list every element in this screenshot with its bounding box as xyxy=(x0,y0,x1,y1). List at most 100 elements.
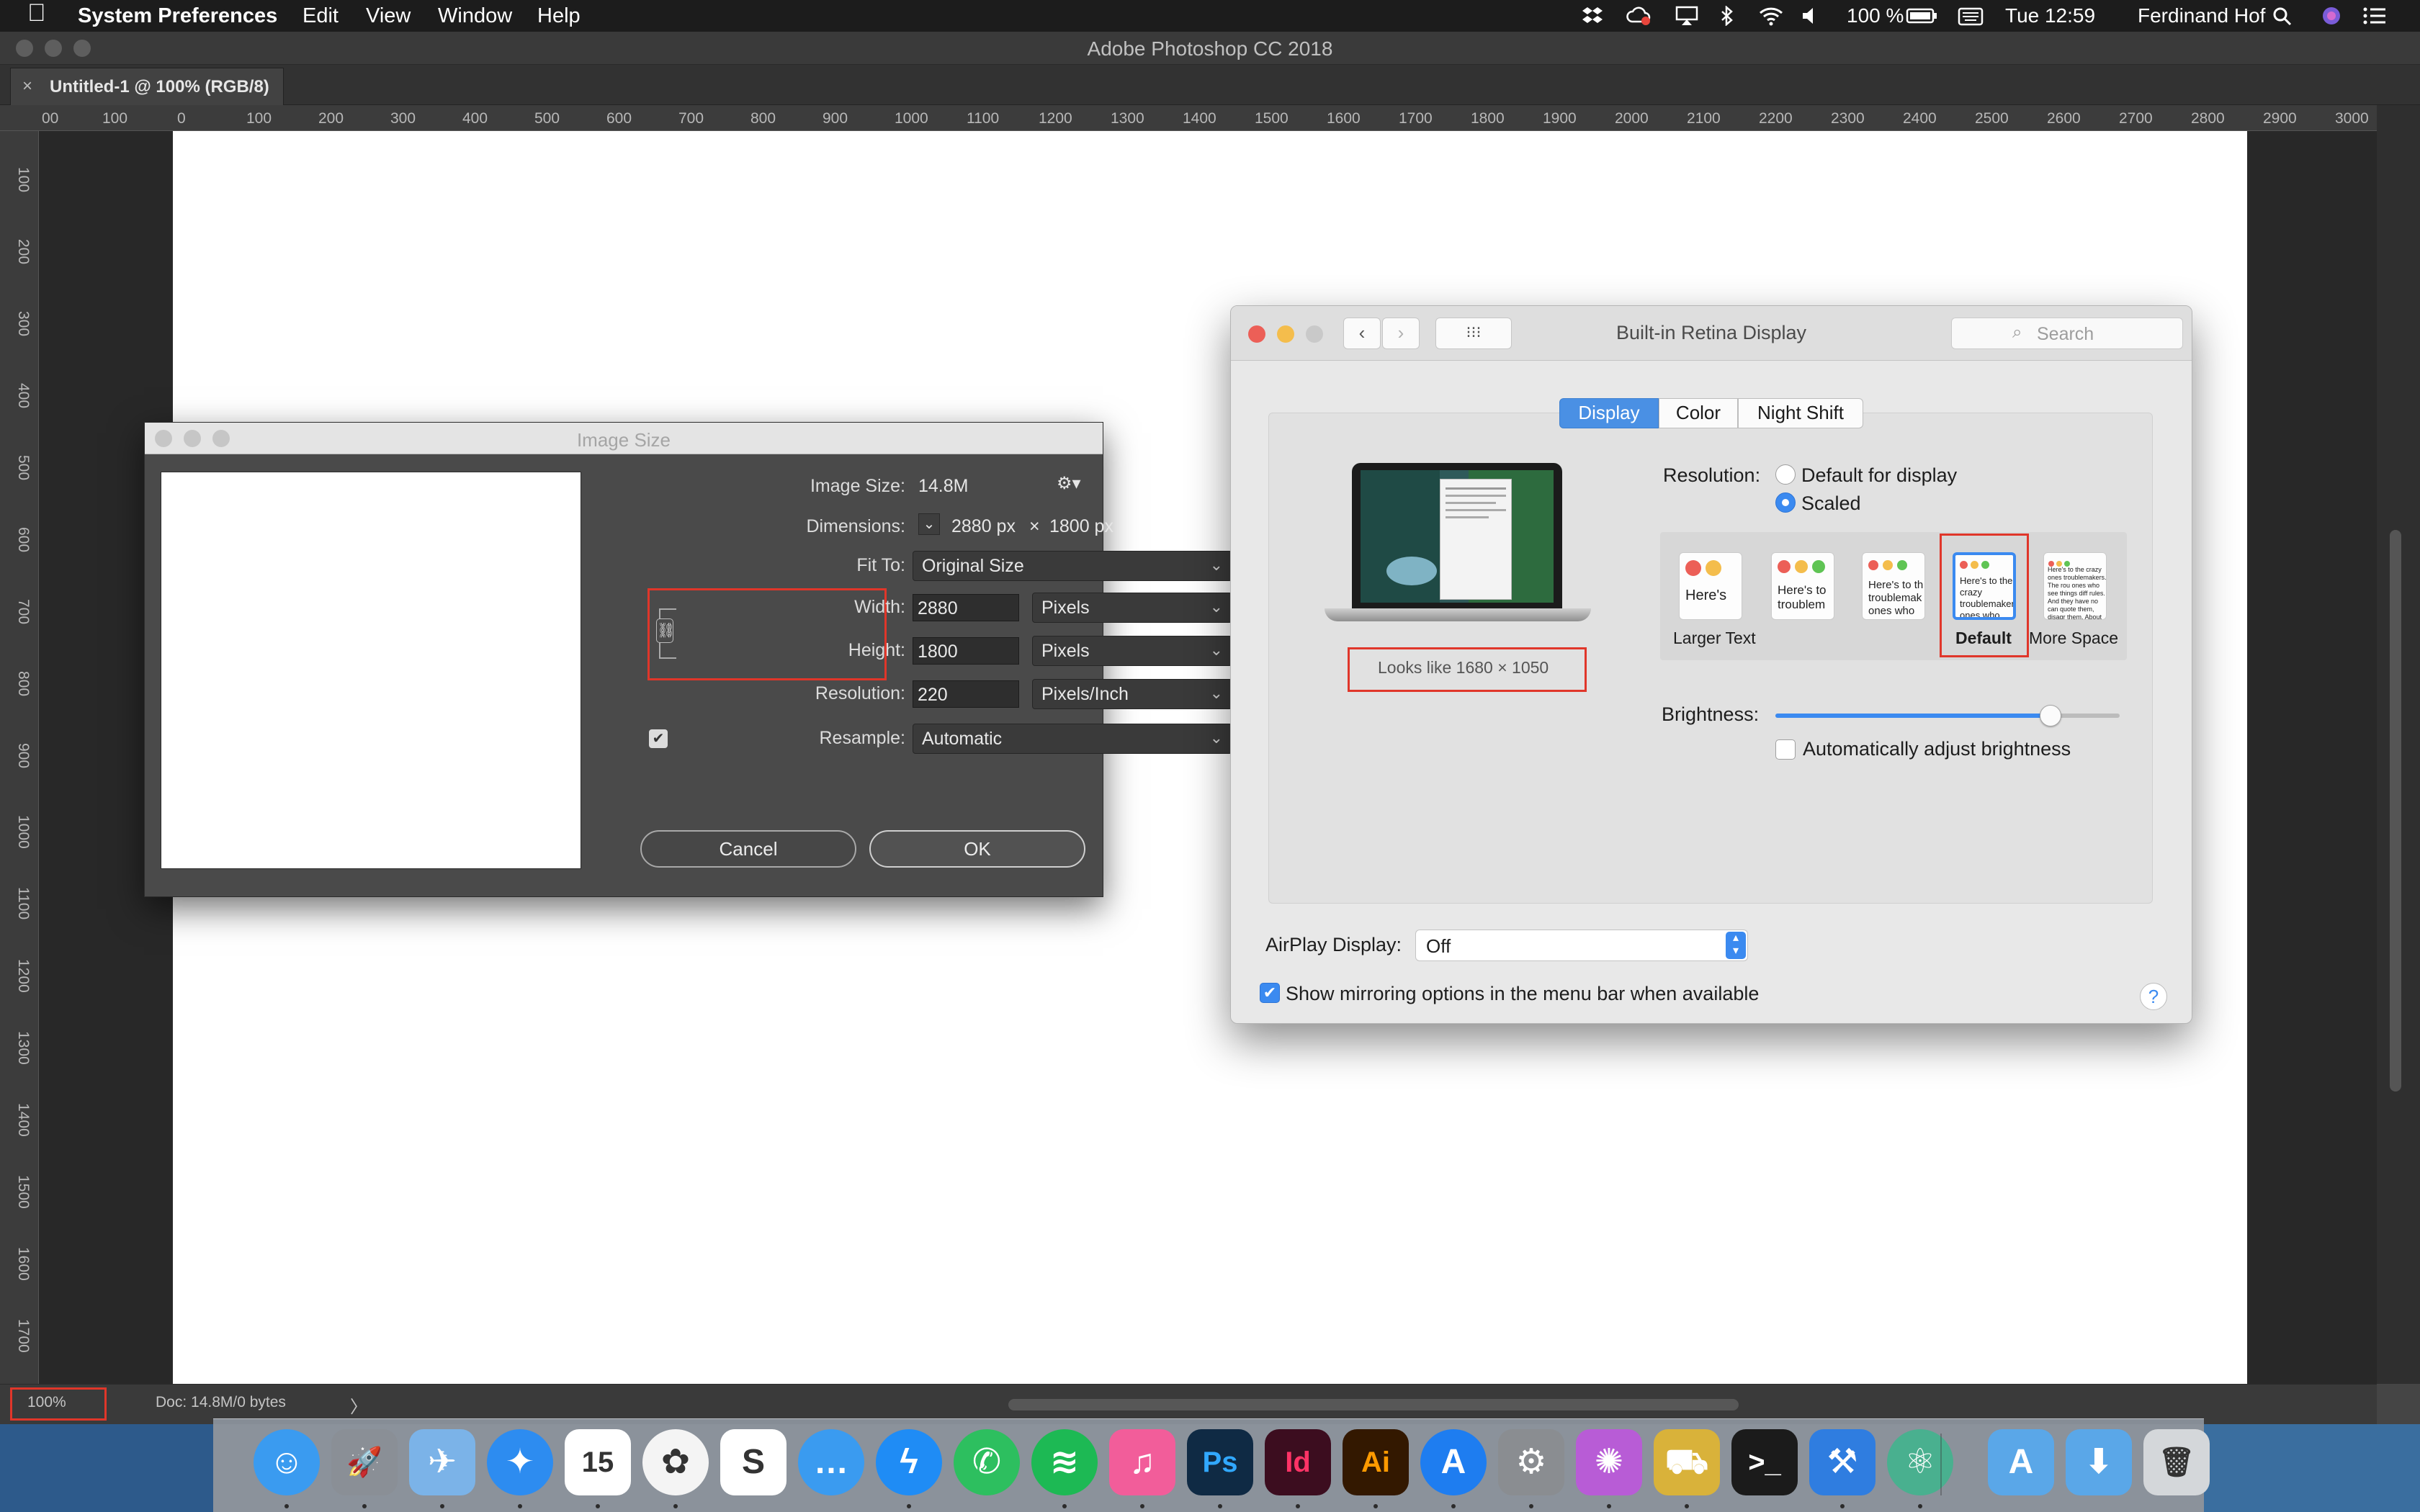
airplay-icon[interactable] xyxy=(1675,6,1698,26)
horizontal-scrollbar[interactable] xyxy=(1008,1399,1739,1410)
battery-icon[interactable] xyxy=(1906,6,1937,26)
document-tab[interactable]: × Untitled-1 @ 100% (RGB/8) xyxy=(10,68,284,105)
chat-bubble-icon[interactable]: … xyxy=(798,1429,864,1495)
menu-view[interactable]: View xyxy=(366,4,411,28)
downloads-folder-icon[interactable]: ⬇ xyxy=(2066,1429,2132,1495)
forklift-icon[interactable]: ⛟ xyxy=(1654,1429,1720,1495)
auto-brightness-checkbox[interactable] xyxy=(1775,739,1796,760)
spotify-icon[interactable]: ≋ xyxy=(1031,1429,1098,1495)
help-button[interactable]: ? xyxy=(2140,983,2167,1010)
ruler-tick: 1200 xyxy=(15,959,32,993)
settings-gear-icon[interactable]: ⚙▾ xyxy=(1057,473,1081,494)
ruler-tick: 1000 xyxy=(895,110,928,127)
finder-icon[interactable]: ☺ xyxy=(254,1429,320,1495)
airplay-display-select[interactable]: Off ▴ ▾ xyxy=(1415,930,1748,961)
volume-icon[interactable] xyxy=(1801,6,1822,26)
radio-scaled[interactable] xyxy=(1775,492,1796,513)
tab-night-shift[interactable]: Night Shift xyxy=(1738,398,1863,428)
flower-icon[interactable]: ✺ xyxy=(1576,1429,1642,1495)
search-field[interactable]: ⌕ Search xyxy=(1951,318,2183,349)
calendar-icon[interactable]: 15 xyxy=(565,1429,631,1495)
height-unit-select[interactable]: Pixels ⌄ xyxy=(1032,636,1232,666)
scale-preview: Here's to troublem xyxy=(1771,552,1834,620)
menu-window[interactable]: Window xyxy=(438,4,512,28)
terminal-icon[interactable]: >_ xyxy=(1731,1429,1798,1495)
dock-icon-glyph: 🗑 xyxy=(2158,1446,2195,1478)
resolution-input[interactable]: 220 xyxy=(913,680,1019,708)
ruler-tick: 1700 xyxy=(15,1319,32,1353)
scale-option-default[interactable]: Here's to the crazy troublemakers ones w… xyxy=(1950,552,2019,623)
menubar-clock[interactable]: Tue 12:59 xyxy=(2005,4,2095,28)
ruler-tick: 1300 xyxy=(15,1031,32,1065)
radio-default-for-display[interactable] xyxy=(1775,464,1796,485)
scale-option-3[interactable]: Here's to th troublemak ones who xyxy=(1859,552,1928,623)
running-indicator xyxy=(1918,1504,1922,1508)
music-note-icon[interactable]: ♫ xyxy=(1109,1429,1175,1495)
tab-display[interactable]: Display xyxy=(1559,398,1659,428)
menu-edit[interactable]: Edit xyxy=(302,4,339,28)
hammer-icon[interactable]: ⚒ xyxy=(1809,1429,1876,1495)
app-store-icon[interactable]: A xyxy=(1420,1429,1487,1495)
keyboard-viewer-icon[interactable] xyxy=(1958,6,1984,26)
whatsapp-icon[interactable]: ✆ xyxy=(954,1429,1020,1495)
applications-folder-icon[interactable]: A xyxy=(1988,1429,2054,1495)
tab-color[interactable]: Color xyxy=(1659,398,1738,428)
mirroring-checkbox[interactable]: ✔ xyxy=(1260,983,1280,1003)
height-input[interactable]: 1800 xyxy=(913,637,1019,665)
fit-to-select[interactable]: Original Size ⌄ xyxy=(913,551,1232,581)
scale-option-more-space[interactable]: Here's to the crazy ones troublemakers. … xyxy=(2040,552,2110,623)
dropbox-icon[interactable] xyxy=(1582,6,1603,26)
chain-link-icon[interactable]: ⛓ xyxy=(656,618,675,643)
horizontal-ruler[interactable]: 00 100 0 100 200 300 400 500 600 700 800… xyxy=(0,105,2377,131)
scale-option-larger-text[interactable]: Here's xyxy=(1676,552,1745,623)
notification-center-icon[interactable] xyxy=(2362,6,2385,26)
eagle-icon[interactable]: ✈ xyxy=(409,1429,475,1495)
resolution-unit-select[interactable]: Pixels/Inch ⌄ xyxy=(1032,679,1232,709)
dock-icon-glyph: ✺ xyxy=(1594,1443,1624,1481)
width-input[interactable]: 2880 xyxy=(913,594,1019,621)
dock-separator xyxy=(1940,1434,1942,1495)
gear-icon[interactable]: ⚙ xyxy=(1498,1429,1564,1495)
chevron-down-icon: ⌄ xyxy=(1209,729,1223,747)
apple-menu-icon[interactable]:  xyxy=(27,1,46,25)
trash-icon[interactable]: 🗑 xyxy=(2143,1429,2210,1495)
ruler-tick: 1800 xyxy=(1471,110,1505,127)
scroll-thumb[interactable] xyxy=(2390,530,2401,1092)
dimensions-unit-dropdown-icon[interactable]: ⌄ xyxy=(918,513,940,535)
dock-icon-glyph: ☺ xyxy=(269,1443,305,1481)
vertical-scrollbar[interactable] xyxy=(2377,105,2420,1384)
bluetooth-icon[interactable] xyxy=(1718,5,1740,27)
ruler-tick: 3000 xyxy=(2335,110,2369,127)
slack-icon[interactable]: S xyxy=(720,1429,786,1495)
ruler-tick: 1500 xyxy=(1255,110,1289,127)
app-menu[interactable]: System Preferences xyxy=(78,4,277,28)
siri-icon[interactable] xyxy=(2321,6,2342,26)
indesign-icon[interactable]: Id xyxy=(1265,1429,1331,1495)
atom-icon[interactable]: ⚛ xyxy=(1887,1429,1953,1495)
menubar-user[interactable]: Ferdinand Hof xyxy=(2138,4,2265,28)
ok-button[interactable]: OK xyxy=(869,830,1085,868)
menu-help[interactable]: Help xyxy=(537,4,581,28)
photos-icon[interactable]: ✿ xyxy=(642,1429,709,1495)
running-indicator xyxy=(1218,1504,1222,1508)
resample-select[interactable]: Automatic ⌄ xyxy=(913,724,1232,754)
close-tab-icon[interactable]: × xyxy=(22,76,32,96)
scale-preview: Here's to the crazy troublemakers ones w… xyxy=(1953,552,2016,620)
rocket-icon[interactable]: 🚀 xyxy=(331,1429,398,1495)
vertical-ruler[interactable]: 100 200 300 400 500 600 700 800 900 1000… xyxy=(0,131,39,1384)
wifi-icon[interactable] xyxy=(1759,6,1783,26)
illustrator-icon[interactable]: Ai xyxy=(1343,1429,1409,1495)
image-preview[interactable] xyxy=(161,472,581,869)
dimensions-label: Dimensions: xyxy=(806,516,905,536)
compass-icon[interactable]: ✦ xyxy=(487,1429,553,1495)
scale-option-2[interactable]: Here's to troublem xyxy=(1768,552,1837,623)
messenger-icon[interactable]: ϟ xyxy=(876,1429,942,1495)
spotlight-search-icon[interactable] xyxy=(2272,6,2293,26)
cloud-sync-icon[interactable] xyxy=(1626,6,1651,26)
cancel-button[interactable]: Cancel xyxy=(640,830,856,868)
running-indicator xyxy=(284,1504,289,1508)
width-unit-select[interactable]: Pixels ⌄ xyxy=(1032,593,1232,623)
status-menu-arrow[interactable]: 〉 xyxy=(350,1392,367,1418)
dock-icon-glyph: S xyxy=(741,1443,765,1481)
photoshop-icon[interactable]: Ps xyxy=(1187,1429,1253,1495)
